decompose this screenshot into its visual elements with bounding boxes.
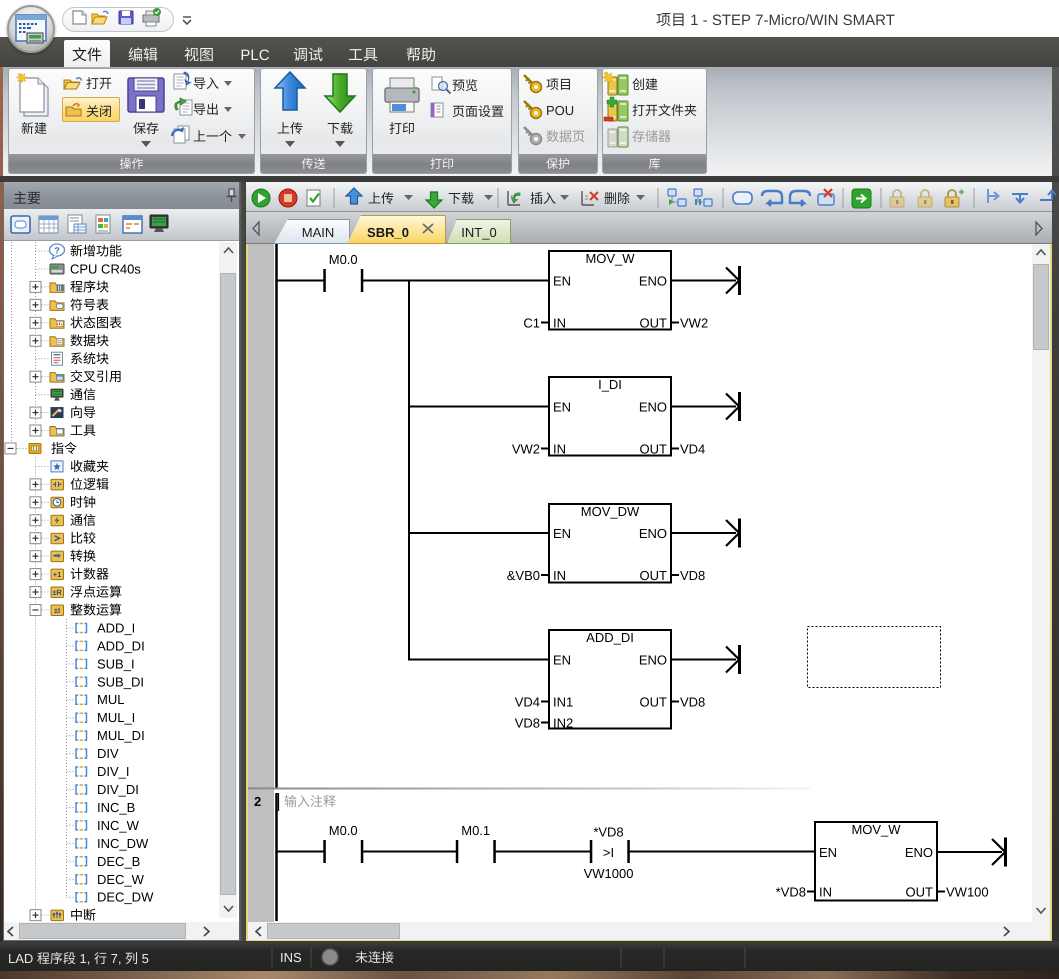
svg-text:ENO: ENO xyxy=(905,845,933,860)
svg-text:SBR_0: SBR_0 xyxy=(367,225,409,240)
svg-text:ENO: ENO xyxy=(639,400,667,415)
svg-text:OUT: OUT xyxy=(640,695,668,710)
svg-text:MOV_DW: MOV_DW xyxy=(581,504,640,519)
svg-text:1,: 1, xyxy=(76,951,94,966)
svg-text:ENO: ENO xyxy=(639,274,667,289)
svg-text:5: 5 xyxy=(138,951,149,966)
svg-text:MUL_DI: MUL_DI xyxy=(97,728,145,743)
svg-text:DEC_DW: DEC_DW xyxy=(97,890,154,905)
svg-text:OUT: OUT xyxy=(640,316,668,331)
svg-text:2: 2 xyxy=(254,794,261,809)
svg-text:DIV_DI: DIV_DI xyxy=(97,782,139,797)
svg-text:EN: EN xyxy=(819,845,837,860)
svg-text:SUB_DI: SUB_DI xyxy=(97,674,144,689)
svg-text:DEC_B: DEC_B xyxy=(97,854,140,869)
svg-text:7,: 7, xyxy=(107,951,125,966)
svg-text:ADD_I: ADD_I xyxy=(97,621,135,636)
svg-text:LAD: LAD xyxy=(8,951,37,966)
svg-text:DIV: DIV xyxy=(97,746,119,761)
svg-text:MAIN: MAIN xyxy=(302,225,335,240)
svg-text:ADD_DI: ADD_DI xyxy=(586,630,634,645)
svg-text:POU: POU xyxy=(546,103,574,118)
svg-text:PLC: PLC xyxy=(240,47,269,64)
svg-text:IN: IN xyxy=(819,885,832,900)
svg-text:MOV_W: MOV_W xyxy=(851,822,901,837)
svg-text:?: ? xyxy=(54,246,60,256)
svg-text:CPU CR40s: CPU CR40s xyxy=(70,261,141,276)
svg-text:IN1: IN1 xyxy=(553,695,573,710)
svg-text:MUL: MUL xyxy=(97,692,124,707)
svg-text:C1: C1 xyxy=(523,316,540,331)
svg-text:DIV_I: DIV_I xyxy=(97,764,130,779)
svg-text:OUT: OUT xyxy=(640,568,668,583)
svg-text:EN: EN xyxy=(553,526,571,541)
svg-text:INC_W: INC_W xyxy=(97,818,140,833)
svg-text:EN: EN xyxy=(553,274,571,289)
svg-text:±R: ±R xyxy=(52,588,62,597)
svg-text:VW1000: VW1000 xyxy=(584,866,634,881)
svg-text:I_DI: I_DI xyxy=(598,377,622,392)
svg-text:IN: IN xyxy=(553,316,566,331)
svg-text:ENO: ENO xyxy=(639,526,667,541)
svg-text:INC_B: INC_B xyxy=(97,800,135,815)
svg-text:M0.1: M0.1 xyxy=(461,823,490,838)
svg-text:MOV_W: MOV_W xyxy=(585,251,635,266)
svg-text:EN: EN xyxy=(553,400,571,415)
svg-text:±I: ±I xyxy=(54,606,60,615)
svg-text:>I: >I xyxy=(603,845,614,860)
svg-text:VW2: VW2 xyxy=(512,442,540,457)
svg-text:SUB_I: SUB_I xyxy=(97,656,135,671)
svg-text:IN: IN xyxy=(553,568,566,583)
svg-text:VD8: VD8 xyxy=(515,716,540,731)
svg-text:VD8: VD8 xyxy=(680,568,705,583)
svg-text:*VD8: *VD8 xyxy=(593,825,623,840)
svg-text:OUT: OUT xyxy=(640,442,668,457)
svg-text:ADD_DI: ADD_DI xyxy=(97,638,145,653)
svg-text:ENO: ENO xyxy=(639,653,667,668)
svg-text:M0.0: M0.0 xyxy=(329,823,358,838)
svg-text:OUT: OUT xyxy=(906,885,934,900)
svg-text:*VD8: *VD8 xyxy=(776,885,806,900)
svg-text:VD4: VD4 xyxy=(680,442,705,457)
svg-text:DEC_W: DEC_W xyxy=(97,872,145,887)
svg-text:M0.0: M0.0 xyxy=(329,252,358,267)
svg-text:IN: IN xyxy=(553,442,566,457)
svg-text:VD4: VD4 xyxy=(515,695,540,710)
svg-text:1 - STEP 7-Micro/WIN SMART: 1 - STEP 7-Micro/WIN SMART xyxy=(686,12,895,29)
svg-text:INT_0: INT_0 xyxy=(461,225,496,240)
svg-text:MUL_I: MUL_I xyxy=(97,710,135,725)
svg-text:VW100: VW100 xyxy=(946,885,989,900)
svg-text:EN: EN xyxy=(553,653,571,668)
svg-text:IN2: IN2 xyxy=(553,716,573,731)
svg-text:VD8: VD8 xyxy=(680,695,705,710)
svg-text:VW2: VW2 xyxy=(680,316,708,331)
svg-text:+1: +1 xyxy=(53,570,62,579)
svg-text:INC_DW: INC_DW xyxy=(97,836,149,851)
svg-text:&VB0: &VB0 xyxy=(507,568,540,583)
svg-text:INS: INS xyxy=(280,950,302,965)
